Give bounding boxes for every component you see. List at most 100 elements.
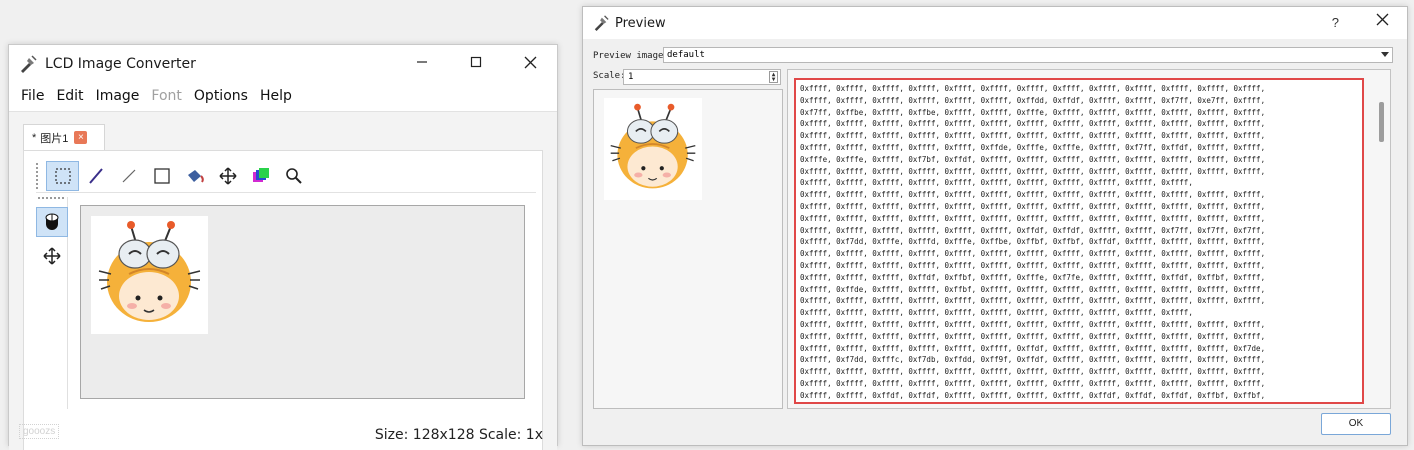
- move-tool-button[interactable]: [211, 161, 244, 191]
- modified-marker: *: [32, 131, 37, 144]
- image-thumbnail: [604, 98, 702, 200]
- watermark: gooozs: [19, 424, 60, 439]
- preview-image-label: Preview image:: [593, 51, 669, 61]
- code-line: 0xffff, 0xffff, 0xffff, 0xffff, 0xffff, …: [800, 95, 1266, 105]
- code-line: 0xffff, 0xffff, 0xffff, 0xffff, 0xffff, …: [800, 319, 1266, 329]
- code-line: 0xffff, 0xffff, 0xffff, 0xffff, 0xffff, …: [800, 142, 1266, 152]
- menu-help[interactable]: Help: [254, 88, 298, 104]
- code-line: 0xffff, 0xffff, 0xffff, 0xffff, 0xffff, …: [800, 367, 1266, 377]
- status-bar: Size: 128x128 Scale: 1x: [374, 427, 543, 443]
- code-line: 0xffff, 0xffff, 0xffff, 0xffff, 0xffff, …: [800, 213, 1266, 223]
- vertical-scrollbar[interactable]: [1378, 84, 1386, 394]
- move-icon: [43, 247, 61, 265]
- menu-bar: File Edit Image Font Options Help: [9, 83, 557, 109]
- minimize-icon: [417, 61, 427, 63]
- scale-spinbox[interactable]: 1 ▲ ▼: [623, 69, 781, 85]
- code-line: 0xffff, 0xf7dd, 0xfffe, 0xfffd, 0xfffe, …: [800, 237, 1266, 247]
- title-bar: Preview ?: [583, 7, 1407, 39]
- draw-line-icon: [88, 167, 103, 184]
- maximize-icon: [470, 56, 482, 68]
- code-line: 0xffff, 0xffff, 0xffff, 0xffff, 0xffff, …: [800, 131, 1266, 141]
- ok-button[interactable]: OK: [1321, 413, 1391, 435]
- code-line: 0xffff, 0xffff, 0xffff, 0xffff, 0xffff, …: [800, 119, 1266, 129]
- color-button[interactable]: [244, 161, 277, 191]
- close-button[interactable]: [503, 45, 557, 79]
- menu-file[interactable]: File: [15, 88, 50, 104]
- mouse-tool-button[interactable]: [36, 207, 68, 237]
- code-line: 0xffff, 0xffff, 0xffff, 0xffff, 0xffff, …: [800, 343, 1266, 353]
- document-area: * 图片1 ×: [9, 111, 557, 450]
- app-icon: [21, 55, 37, 73]
- mouse-icon: [45, 213, 59, 230]
- window-controls: [395, 45, 557, 79]
- code-line: 0xffff, 0xffff, 0xffff, 0xffff, 0xffff, …: [800, 166, 1266, 176]
- zoom-icon: [285, 167, 302, 184]
- code-output-panel: 0xffff, 0xffff, 0xffff, 0xffff, 0xffff, …: [787, 69, 1391, 409]
- code-line: 0xffff, 0xffff, 0xffdf, 0xffdf, 0xffff, …: [800, 390, 1266, 400]
- menu-options[interactable]: Options: [188, 88, 254, 104]
- straight-line-icon: [122, 169, 135, 182]
- image-canvas[interactable]: [80, 205, 525, 399]
- lcd-image-converter-window: LCD Image Converter File Edit Image Font…: [8, 44, 558, 450]
- pan-tool-button[interactable]: [36, 241, 68, 271]
- preview-image-select[interactable]: default: [663, 47, 1393, 63]
- bee-character-icon: [610, 103, 696, 189]
- rectangle-tool-button[interactable]: [145, 161, 178, 191]
- code-line: 0xffff, 0xf7dd, 0xfffc, 0xf7db, 0xffdd, …: [800, 355, 1266, 365]
- bee-character-icon: [98, 221, 201, 322]
- side-toolbar: [34, 197, 68, 409]
- menu-image[interactable]: Image: [90, 88, 146, 104]
- code-line: 0xf7ff, 0xffbe, 0xffff, 0xffbe, 0xffff, …: [800, 107, 1266, 117]
- toolbar-grip[interactable]: [36, 162, 42, 189]
- scale-label: Scale:: [593, 71, 626, 81]
- side-toolbar-grip[interactable]: [38, 197, 64, 201]
- window-title: LCD Image Converter: [45, 56, 196, 72]
- maximize-button[interactable]: [449, 45, 503, 79]
- dialog-title: Preview: [615, 15, 666, 31]
- preview-image-row: Preview image:: [593, 49, 669, 63]
- minimize-button[interactable]: [395, 45, 449, 79]
- spin-arrows-icon[interactable]: ▲ ▼: [769, 71, 778, 83]
- code-line: 0xfffe, 0xfffe, 0xffff, 0xf7bf, 0xffdf, …: [800, 154, 1266, 164]
- tab-close-button[interactable]: ×: [74, 131, 88, 144]
- code-line: 0xffff, 0xffff, 0xffff, 0xffff, 0xffff, …: [800, 378, 1266, 388]
- pen-tool-button[interactable]: [79, 161, 112, 191]
- fill-bucket-icon: [187, 169, 204, 183]
- app-icon: [594, 15, 609, 31]
- preview-image-value: default: [667, 50, 705, 60]
- document-tab[interactable]: * 图片1 ×: [23, 124, 105, 150]
- code-line: 0xffff, 0xffff, 0xffff, 0xffdf, 0xffbf, …: [800, 272, 1266, 282]
- chevron-down-icon: [1381, 52, 1389, 57]
- tab-label: 图片1: [40, 132, 69, 145]
- converted-data-text[interactable]: 0xffff, 0xffff, 0xffff, 0xffff, 0xffff, …: [794, 78, 1364, 404]
- code-line: 0xffff, 0xffff, 0xffff, 0xffff, 0xffff, …: [800, 190, 1266, 200]
- close-button[interactable]: [1376, 13, 1389, 31]
- code-line: 0xffff, 0xffff, 0xffff, 0xffff, 0xffff, …: [800, 84, 1266, 93]
- code-line: 0xffff, 0xffff, 0xffff, 0xffff, 0xffff, …: [800, 225, 1266, 235]
- close-icon: [1376, 13, 1389, 26]
- code-line: 0xffff, 0xffff, 0xffff, 0xffff, 0xffff, …: [800, 296, 1266, 306]
- line-tool-button[interactable]: [112, 161, 145, 191]
- code-line: 0xffff, 0xffff, 0xffff, 0xffff, 0xffff, …: [800, 308, 1193, 318]
- scale-value: 1: [628, 72, 634, 82]
- rectangle-icon: [153, 167, 170, 184]
- image-preview: [91, 216, 208, 334]
- close-icon: [524, 56, 536, 68]
- zoom-button[interactable]: [277, 161, 310, 191]
- editor-pane: [23, 150, 543, 450]
- code-line: 0xffff, 0xffff, 0xffff, 0xffff, 0xffff, …: [800, 201, 1266, 211]
- menu-edit[interactable]: Edit: [50, 88, 89, 104]
- drawing-toolbar: [36, 159, 536, 193]
- help-button[interactable]: ?: [1332, 15, 1339, 30]
- color-icon: [252, 167, 269, 182]
- select-tool-button[interactable]: [46, 160, 79, 191]
- select-rect-icon: [54, 167, 71, 184]
- menu-font[interactable]: Font: [145, 88, 187, 104]
- code-line: 0xffff, 0xffde, 0xffff, 0xffff, 0xffbf, …: [800, 284, 1266, 294]
- scrollbar-thumb[interactable]: [1379, 102, 1384, 142]
- code-line: 0xffff, 0xffff, 0xffff, 0xffff, 0xffff, …: [800, 178, 1193, 188]
- fill-tool-button[interactable]: [178, 161, 211, 191]
- code-line: 0xffff, 0xffff, 0xffff, 0xffff, 0xffff, …: [800, 260, 1266, 270]
- move-icon: [218, 166, 237, 185]
- preview-dialog: Preview ? Preview image: default Scale: …: [582, 6, 1408, 446]
